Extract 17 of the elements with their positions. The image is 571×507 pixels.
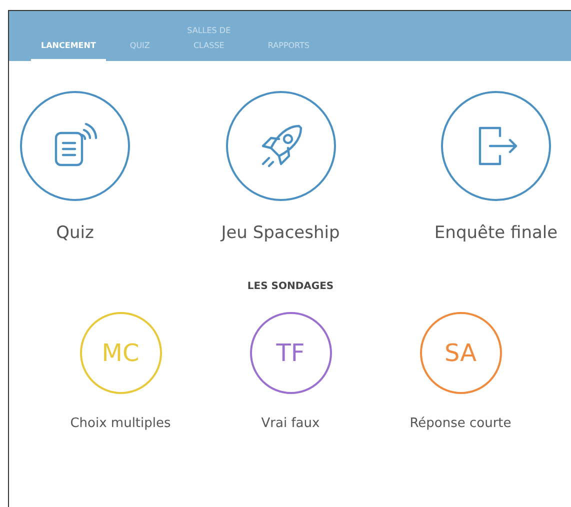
launch-label: Enquête finale [434,223,558,243]
poll-button[interactable]: SA [420,312,502,394]
poll-label: Vrai faux [261,416,320,431]
tab[interactable]: QUIZ [120,38,160,61]
section-title: LES SONDAGES [246,281,335,292]
poll-label: Réponse courte [410,416,512,431]
tab[interactable]: SALLES DE CLASSE [174,22,244,61]
launch-button[interactable] [226,91,336,201]
poll-button[interactable]: MC [80,312,162,394]
poll-button[interactable]: TF [250,312,332,394]
launch-label: Jeu Spaceship [221,223,340,243]
launch-button[interactable] [441,91,551,201]
launch-button[interactable] [20,91,130,201]
launch-label: Quiz [56,223,94,243]
poll-label: Choix multiples [70,416,171,431]
tab[interactable]: RAPPORTS [258,38,320,61]
tab[interactable]: LANCEMENT [31,38,106,61]
